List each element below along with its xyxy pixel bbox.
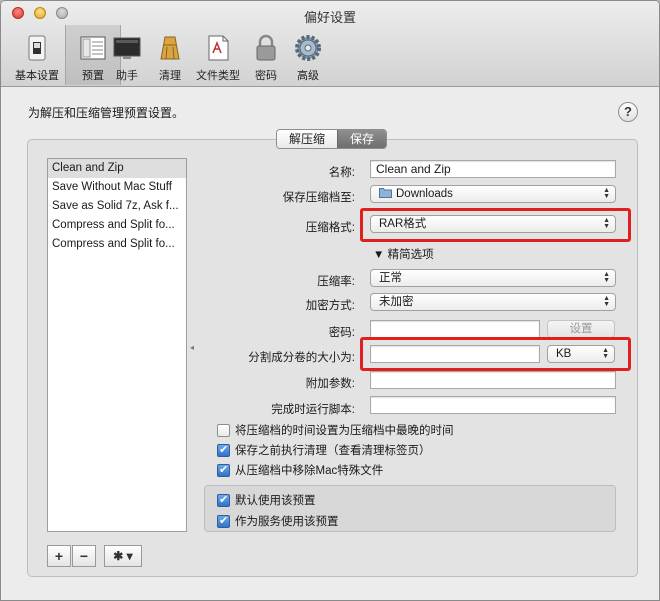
popup-arrows-icon: ▲ ▼ [603,295,610,308]
name-field[interactable]: Clean and Zip [370,160,616,178]
document-icon [208,35,229,61]
split-size-label: 分割成分卷的大小为: [248,352,355,364]
folder-icon [379,188,392,198]
toolbar-item-general[interactable]: 基本设置 [9,25,65,85]
format-highlight-box [360,208,631,242]
checkbox-box[interactable] [217,443,230,457]
switch-icon [28,35,46,61]
service-preset-checkbox[interactable]: 作为服务使用该预置 [217,513,339,529]
popup-arrows-icon: ▲ ▼ [603,271,610,284]
ratio-label: 压缩率: [317,276,355,288]
segment-extract[interactable]: 解压缩 [277,130,338,148]
save-to-label: 保存压缩档至: [282,192,355,204]
toolbar-label: 基本设置 [15,70,59,82]
save-to-popup[interactable]: Downloads ▲ ▼ [370,185,616,203]
popup-arrows-icon: ▲ ▼ [603,187,610,200]
ratio-popup[interactable]: 正常 ▲ ▼ [370,269,616,287]
help-button[interactable]: ? [618,102,638,122]
save-to-value: Downloads [396,188,453,200]
format-label: 压缩格式: [305,222,355,234]
checkbox-label: 保存之前执行清理（查看清理标签页） [235,445,431,457]
set-password-button[interactable]: 设置 [547,320,615,338]
add-preset-button[interactable]: + [47,545,71,567]
mode-segmented-control: 解压缩 保存 [276,129,388,149]
list-item[interactable]: Compress and Split fo... [48,235,186,254]
checkbox-box[interactable] [217,463,230,477]
latest-time-checkbox[interactable]: 将压缩档的时间设置为压缩档中最晚的时间 [217,422,454,438]
list-item[interactable]: Compress and Split fo... [48,216,186,235]
window-title: 偏好设置 [303,10,356,25]
remove-preset-button[interactable]: − [72,545,96,567]
cleanup-before-save-checkbox[interactable]: 保存之前执行清理（查看清理标签页） [217,442,431,458]
run-script-field[interactable] [370,396,616,414]
default-preset-checkbox[interactable]: 默认使用该预置 [217,492,316,508]
name-label: 名称: [328,167,355,179]
preferences-window: 偏好设置 基本设置 预置 助手 清理 文件类型 密码 高级 为解压和压缩管理预置… [0,0,660,601]
split-view-handle[interactable]: ◂ [190,343,194,352]
run-script-label: 完成时运行脚本: [271,404,355,416]
list-item[interactable]: Save as Solid 7z, Ask f... [48,197,186,216]
monitor-icon [113,37,141,59]
remove-mac-files-checkbox[interactable]: 从压缩档中移除Mac特殊文件 [217,462,383,478]
encryption-label: 加密方式: [305,300,355,312]
extra-params-label: 附加参数: [305,378,355,390]
encryption-value: 未加密 [379,296,414,308]
checkbox-label: 作为服务使用该预置 [235,516,339,528]
ratio-value: 正常 [379,272,402,284]
list-item[interactable]: Clean and Zip [48,159,186,178]
password-field[interactable] [370,320,540,338]
checkbox-box[interactable] [217,514,230,528]
checkbox-label: 从压缩档中移除Mac特殊文件 [235,465,384,477]
gear-icon [295,35,321,61]
broom-icon [160,36,180,60]
checkbox-label: 将压缩档的时间设置为压缩档中最晚的时间 [235,425,454,437]
simple-options-toggle[interactable]: ▼ 精简选项 [373,246,434,262]
list-item[interactable]: Save Without Mac Stuff [48,178,186,197]
password-label: 密码: [328,327,355,339]
checkbox-label: 默认使用该预置 [235,495,316,507]
lock-icon [256,34,276,61]
preset-list[interactable]: Clean and Zip Save Without Mac Stuff Sav… [47,158,187,532]
toolbar-item-advanced[interactable]: 高级 [280,25,336,85]
intro-text: 为解压和压缩管理预置设置。 [28,106,185,120]
toolbar-label: 高级 [297,70,319,82]
encryption-popup[interactable]: 未加密 ▲ ▼ [370,293,616,311]
checkbox-box[interactable] [217,493,230,507]
extra-params-field[interactable] [370,371,616,389]
action-menu-button[interactable]: ✱ ▾ [104,545,142,567]
checkbox-box[interactable] [217,423,230,437]
segment-save[interactable]: 保存 [337,130,387,148]
split-highlight-box [360,337,631,371]
title-toolbar: 偏好设置 基本设置 预置 助手 清理 文件类型 密码 高级 [1,1,659,87]
